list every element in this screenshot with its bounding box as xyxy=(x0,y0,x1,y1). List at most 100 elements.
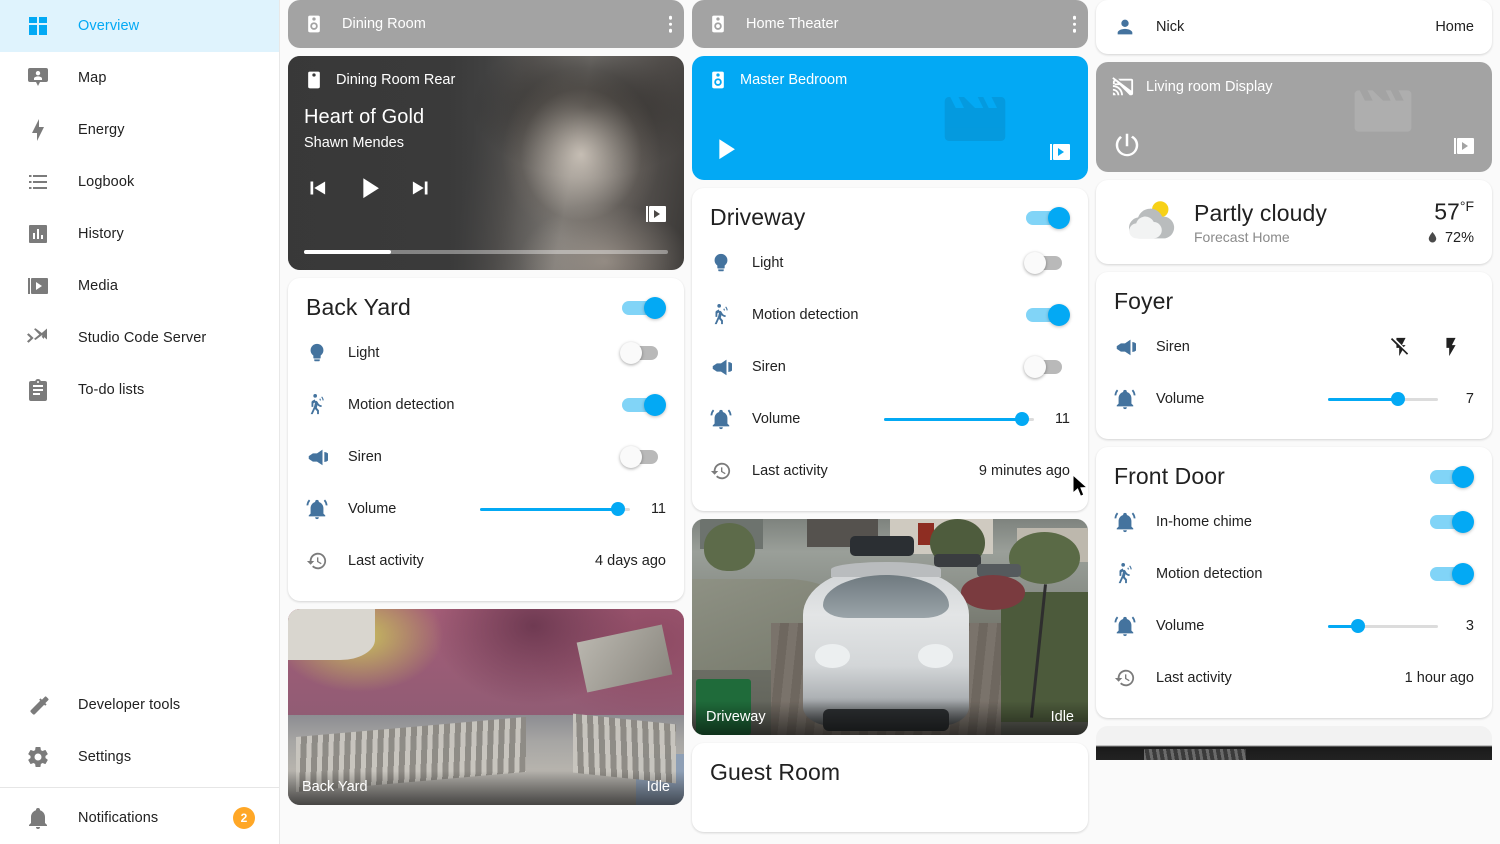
back-yard-volume-slider[interactable] xyxy=(480,498,630,520)
media-card-dining-room[interactable]: Dining Room xyxy=(288,0,684,48)
weather-humidity: 72% xyxy=(1444,229,1474,246)
back-yard-light-toggle[interactable] xyxy=(620,342,666,364)
bell-ring-icon xyxy=(1114,511,1156,533)
media-card-dining-room-rear[interactable]: Dining Room Rear Heart of Gold Shawn Men… xyxy=(288,56,684,270)
sidebar-item-to-do-lists[interactable]: To-do lists xyxy=(0,364,279,416)
entity-value: 1 hour ago xyxy=(1404,670,1474,686)
entity-name: Last activity xyxy=(1156,670,1232,686)
flash-off-icon[interactable] xyxy=(1390,336,1412,358)
history-icon xyxy=(306,550,348,572)
entity-name: Volume xyxy=(1156,391,1205,407)
camera-status: Idle xyxy=(646,779,670,795)
sidebar-item-logbook[interactable]: Logbook xyxy=(0,156,279,208)
media-name: Dining Room xyxy=(342,16,426,32)
driveway-volume-slider[interactable] xyxy=(884,408,1034,430)
media-title: Heart of Gold xyxy=(304,106,425,128)
sidebar-item-label: Energy xyxy=(78,122,125,138)
entity-row-light: Light xyxy=(306,327,666,379)
sidebar-item-overview[interactable]: Overview xyxy=(0,0,279,52)
power-icon[interactable] xyxy=(1112,130,1142,160)
front-door-motion-toggle[interactable] xyxy=(1428,563,1474,585)
camera-card-back-yard[interactable]: Back Yard Idle xyxy=(288,609,684,805)
media-artist: Shawn Mendes xyxy=(304,135,404,151)
entity-row-last-activity: Last activity 1 hour ago xyxy=(1114,652,1474,704)
play-box-multiple-icon[interactable] xyxy=(644,202,668,226)
sidebar-item-developer-tools[interactable]: Developer tools xyxy=(0,679,279,731)
sidebar-item-studio-code-server[interactable]: Studio Code Server xyxy=(0,312,279,364)
sidebar-item-energy[interactable]: Energy xyxy=(0,104,279,156)
play-icon[interactable] xyxy=(708,132,742,166)
camera-status: Idle xyxy=(1050,709,1074,725)
more-options-icon[interactable] xyxy=(668,15,672,33)
weather-temperature: 57 xyxy=(1434,198,1460,225)
sidebar: Overview Map Energy Logbook History Medi… xyxy=(0,0,280,844)
play-icon[interactable] xyxy=(352,171,386,205)
driveway-motion-toggle[interactable] xyxy=(1024,304,1070,326)
back-yard-siren-toggle[interactable] xyxy=(620,446,666,468)
hammer-icon xyxy=(14,693,62,717)
entity-row-volume: Volume 11 xyxy=(306,483,666,535)
entity-value: 3 xyxy=(1465,618,1474,634)
media-card-master-bedroom[interactable]: Master Bedroom xyxy=(692,56,1088,180)
more-options-icon[interactable] xyxy=(1072,15,1076,33)
sidebar-item-label: Studio Code Server xyxy=(78,330,207,346)
weather-card[interactable]: Partly cloudy Forecast Home 57°F 72% xyxy=(1096,180,1492,264)
media-progress-bar[interactable] xyxy=(304,250,668,254)
entity-value: 4 days ago xyxy=(595,553,666,569)
driveway-main-toggle[interactable] xyxy=(1024,206,1070,229)
previous-track-icon[interactable] xyxy=(304,175,330,201)
play-box-multiple-icon[interactable] xyxy=(1452,134,1476,158)
speaker-icon xyxy=(708,14,734,34)
driveway-light-toggle[interactable] xyxy=(1024,252,1070,274)
sidebar-item-notifications[interactable]: Notifications 2 xyxy=(0,792,279,844)
entity-row-siren: Siren xyxy=(306,431,666,483)
entity-name: Volume xyxy=(348,501,397,517)
back-yard-motion-toggle[interactable] xyxy=(620,394,666,416)
camera-card-driveway[interactable]: Driveway Idle xyxy=(692,519,1088,735)
back-yard-main-toggle[interactable] xyxy=(620,296,666,319)
front-door-volume-slider[interactable] xyxy=(1328,615,1438,637)
history-icon xyxy=(710,460,752,482)
entity-name: Siren xyxy=(1156,339,1190,355)
media-card-living-room-display[interactable]: Living room Display xyxy=(1096,62,1492,172)
motion-sensor-icon xyxy=(710,304,752,326)
bullhorn-icon xyxy=(710,356,752,378)
media-card-home-theater[interactable]: Home Theater xyxy=(692,0,1088,48)
camera-name: Back Yard xyxy=(302,779,368,795)
sidebar-item-label: Developer tools xyxy=(78,697,181,713)
bullhorn-icon xyxy=(306,446,348,468)
sidebar-item-media[interactable]: Media xyxy=(0,260,279,312)
bell-ring-icon xyxy=(1114,615,1156,637)
entity-name: Volume xyxy=(752,411,801,427)
entity-name: Last activity xyxy=(348,553,424,569)
sidebar-item-history[interactable]: History xyxy=(0,208,279,260)
front-door-chime-toggle[interactable] xyxy=(1428,511,1474,533)
camera-card-peek[interactable] xyxy=(1096,726,1492,760)
entity-row-in-home-chime: In-home chime xyxy=(1114,496,1474,548)
sidebar-item-label: To-do lists xyxy=(78,382,145,398)
bell-ring-icon xyxy=(306,498,348,520)
partly-cloudy-icon xyxy=(1114,194,1186,250)
water-percent-icon xyxy=(1425,230,1440,245)
entity-row-last-activity: Last activity 4 days ago xyxy=(306,535,666,587)
media-name: Dining Room Rear xyxy=(336,72,456,88)
cog-icon xyxy=(14,745,62,769)
play-box-multiple-icon[interactable] xyxy=(1048,140,1072,164)
sidebar-item-map[interactable]: Map xyxy=(0,52,279,104)
camera-name: Driveway xyxy=(706,709,766,725)
person-card-nick[interactable]: Nick Home xyxy=(1096,0,1492,54)
weather-condition: Partly cloudy xyxy=(1194,199,1327,226)
weather-location: Forecast Home xyxy=(1194,228,1290,245)
entity-row-volume: Volume 3 xyxy=(1114,600,1474,652)
entity-name: Volume xyxy=(1156,618,1205,634)
sidebar-item-settings[interactable]: Settings xyxy=(0,731,279,783)
foyer-volume-slider[interactable] xyxy=(1328,388,1438,410)
driveway-siren-toggle[interactable] xyxy=(1024,356,1070,378)
card-title: Front Door xyxy=(1114,463,1225,489)
vscode-icon xyxy=(14,326,62,350)
bullhorn-icon xyxy=(1114,336,1156,358)
next-track-icon[interactable] xyxy=(408,175,434,201)
flash-icon[interactable] xyxy=(1440,336,1462,358)
front-door-main-toggle[interactable] xyxy=(1428,465,1474,488)
